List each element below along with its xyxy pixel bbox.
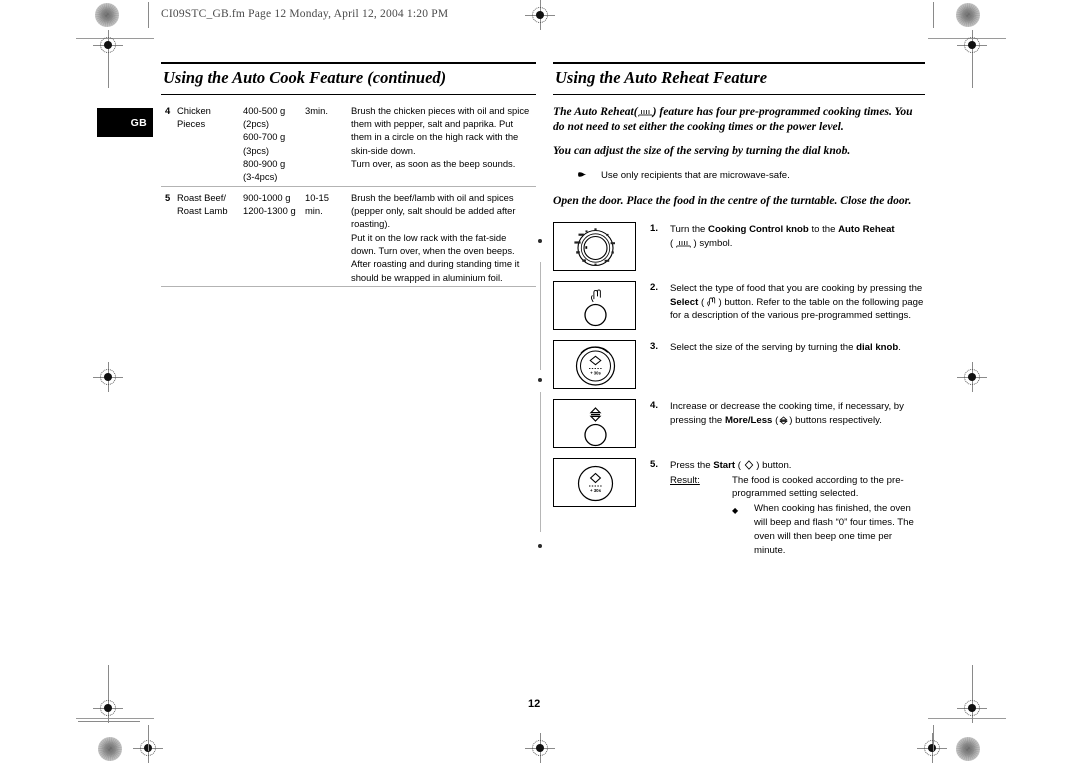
auto-reheat-icon xyxy=(637,106,653,117)
more-less-term: More/Less xyxy=(724,414,773,426)
panel-image-more-less-button xyxy=(553,398,636,448)
registration-mark-footer-center xyxy=(525,733,555,763)
step-1-number: 1. xyxy=(650,222,659,234)
step-2: 2. Select the type of food that you are … xyxy=(553,280,925,330)
auto-reheat-term: Auto Reheat xyxy=(838,223,895,235)
trim-mark-vertical-right xyxy=(932,725,934,751)
density-patch-top-left xyxy=(95,3,119,27)
registration-tail-top-right xyxy=(971,60,973,88)
trim-mark-hairline-left xyxy=(78,721,140,722)
step-5-number: 5. xyxy=(650,458,659,470)
more-less-icon xyxy=(778,416,789,425)
trim-mark-vertical-header-right xyxy=(932,2,934,28)
open-door-instruction: Open the door. Place the food in the cen… xyxy=(553,194,912,208)
start-term: Start xyxy=(713,459,736,471)
row-food: Chicken Pieces xyxy=(177,104,211,129)
auto-reheat-intro: The Auto Reheat( ) feature has four pre-… xyxy=(553,104,925,135)
step-1: 1. Turn the Cooking Control knob to the … xyxy=(553,221,925,271)
auto-reheat-icon-inline xyxy=(676,239,691,248)
registration-tail-top-left xyxy=(107,60,109,88)
running-head: CI09STC_GB.fm Page 12 Monday, April 12, … xyxy=(161,8,449,20)
step-2-number: 2. xyxy=(650,281,659,293)
registration-mark-middle-left xyxy=(93,362,123,392)
reheat-steps: 1. Turn the Cooking Control knob to the … xyxy=(553,221,925,558)
result-text: The food is cooked according to the pre-… xyxy=(732,474,904,500)
svg-text:+ 30s: + 30s xyxy=(590,370,601,375)
table-bottom-rule xyxy=(161,286,536,289)
dial-knob-term: dial knob xyxy=(856,341,899,353)
row-description: Brush the beef/lamb with oil and spices … xyxy=(351,185,536,287)
density-patch-bottom-right xyxy=(956,737,980,761)
registration-tail-bottom-left xyxy=(107,665,109,693)
serving-size-note: You can adjust the size of the serving b… xyxy=(553,144,851,158)
column-divider-dot-top xyxy=(538,239,542,243)
pointing-hand-icon xyxy=(553,169,601,181)
right-section-title: Using the Auto Reheat Feature xyxy=(553,62,925,95)
row-description: Brush the chicken pieces with oil and sp… xyxy=(351,104,530,169)
language-tab-gb: GB xyxy=(97,108,153,137)
result-label: Result: xyxy=(670,474,700,486)
registration-mark-bottom-right xyxy=(957,693,987,723)
auto-cook-table: 4 Chicken Pieces 400-500 g (2pcs) 600-70… xyxy=(161,102,536,289)
row-time: 10-15 min. xyxy=(305,185,351,287)
trim-mark-vertical-left xyxy=(147,725,149,751)
left-column: Using the Auto Cook Feature (continued) … xyxy=(161,62,536,289)
result-bullet-text: When cooking has finished, the oven will… xyxy=(754,503,914,557)
registration-tail-bottom-right xyxy=(971,665,973,693)
column-divider-upper xyxy=(540,262,541,370)
right-column: Using the Auto Reheat Feature The Auto R… xyxy=(553,62,925,568)
table-row: 5 Roast Beef/ Roast Lamb 900-1000 g 1200… xyxy=(161,185,536,287)
row-weight: 400-500 g (2pcs) 600-700 g (3pcs) 800-90… xyxy=(243,104,286,183)
panel-image-cooking-control-knob xyxy=(553,221,636,271)
cooking-control-knob-term: Cooking Control knob xyxy=(708,223,809,235)
step-5-text: Press the Start ( ) button. xyxy=(670,459,792,471)
column-divider-lower xyxy=(540,392,541,532)
density-patch-bottom-left xyxy=(98,737,122,761)
column-divider-dot-middle xyxy=(538,378,542,382)
panel-image-start-button: + 30s xyxy=(553,457,636,507)
row-food: Roast Beef/ Roast Lamb xyxy=(177,185,243,287)
select-term: Select xyxy=(670,296,699,308)
result-bullet-row: ◆ When cooking has finished, the oven wi… xyxy=(732,502,925,558)
row-number: 4 xyxy=(165,104,171,116)
left-section-title: Using the Auto Cook Feature (continued) xyxy=(161,62,536,95)
density-patch-top-right xyxy=(956,3,980,27)
select-icon xyxy=(707,296,716,307)
registration-mark-header-center xyxy=(525,0,555,30)
microwave-safe-note: Use only recipients that are microwave-s… xyxy=(553,169,925,182)
step-4: 4. Increase or decrease the cooking time… xyxy=(553,398,925,448)
step-5-result: Result: The food is cooked according to … xyxy=(650,473,925,558)
registration-mark-top-right xyxy=(957,30,987,60)
registration-mark-top-left xyxy=(93,30,123,60)
auto-reheat-intro-before: The Auto Reheat( xyxy=(553,104,638,118)
row-number: 5 xyxy=(161,185,177,287)
svg-text:+ 30s: + 30s xyxy=(590,488,602,493)
step-1-text: Turn the Cooking Control knob to the Aut… xyxy=(670,223,895,249)
registration-mark-bottom-left xyxy=(93,693,123,723)
trim-mark-vertical-header xyxy=(147,2,149,28)
step-4-text: Increase or decrease the cooking time, i… xyxy=(670,400,904,426)
step-3-text: Select the size of the serving by turnin… xyxy=(670,341,901,353)
diamond-bullet-icon: ◆ xyxy=(732,506,739,516)
step-4-number: 4. xyxy=(650,399,659,411)
registration-mark-middle-right xyxy=(957,362,987,392)
row-weight: 900-1000 g 1200-1300 g xyxy=(243,185,305,287)
table-row: 4 Chicken Pieces 400-500 g (2pcs) 600-70… xyxy=(161,102,536,187)
printed-page: CI09STC_GB.fm Page 12 Monday, April 12, … xyxy=(0,0,1080,763)
start-icon xyxy=(744,459,754,470)
page-number: 12 xyxy=(528,698,541,710)
column-divider-dot-bottom xyxy=(538,544,542,548)
row-time: 3min. xyxy=(305,104,328,116)
panel-image-dial-knob: + 30s xyxy=(553,339,636,389)
step-2-text: Select the type of food that you are coo… xyxy=(670,282,924,322)
panel-image-select-button xyxy=(553,280,636,330)
microwave-safe-note-text: Use only recipients that are microwave-s… xyxy=(601,169,790,181)
step-3-number: 3. xyxy=(650,340,659,352)
step-5: + 30s 5. Press the Start ( ) button. Res… xyxy=(553,457,925,558)
step-3: + 30s 3. Select the size of the serving … xyxy=(553,339,925,389)
